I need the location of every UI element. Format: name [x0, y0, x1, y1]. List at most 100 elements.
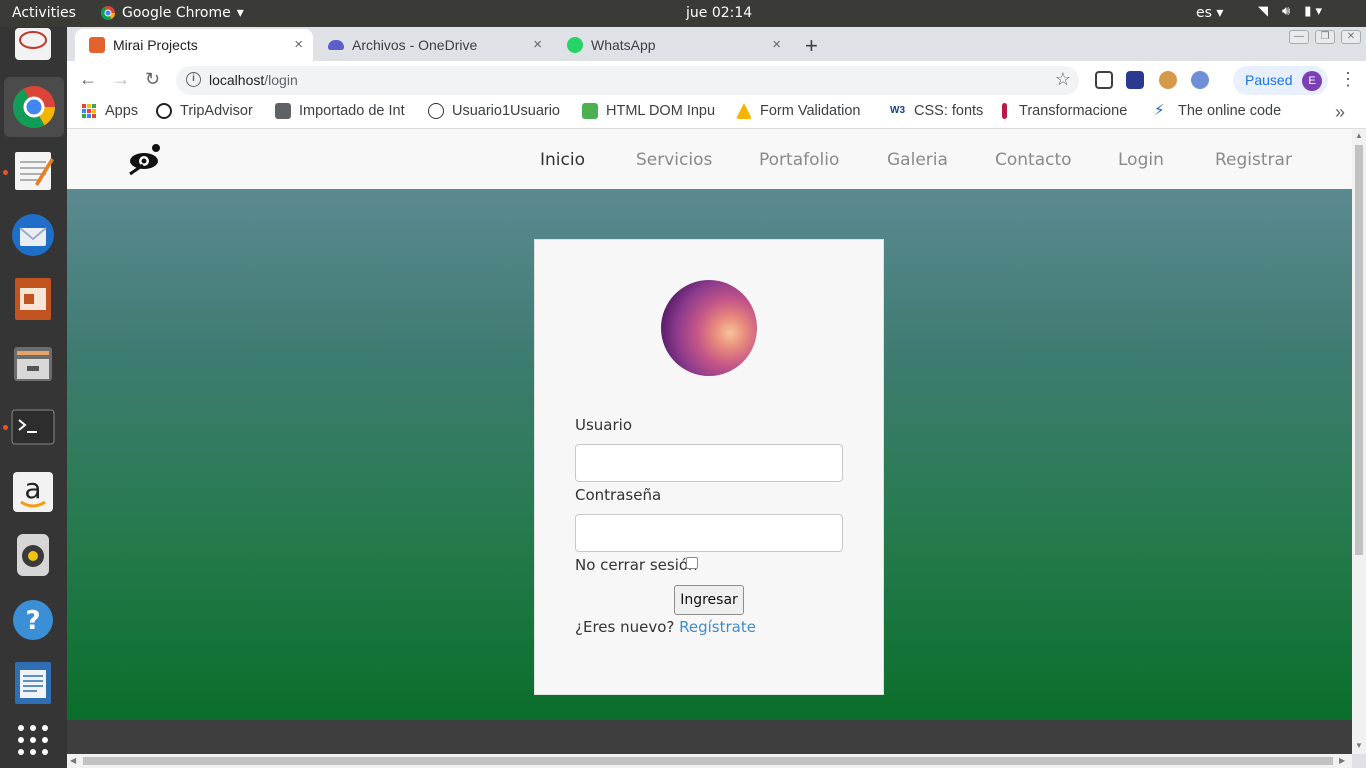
browser-window: Mirai Projects × Archivos - OneDrive × W… [67, 27, 1366, 768]
minimize-button[interactable]: — [1289, 30, 1309, 44]
apps-grid-icon [82, 104, 96, 118]
bookmark-label: Usuario1Usuario [452, 103, 560, 119]
speaker-icon[interactable] [10, 532, 56, 578]
tab-title: WhatsApp [591, 37, 656, 53]
amazon-icon[interactable]: a [10, 469, 56, 515]
avatar [661, 280, 757, 376]
thunderbird-icon[interactable] [10, 212, 56, 258]
whatsapp-icon [567, 37, 583, 53]
scroll-up-icon[interactable]: ▲ [1355, 131, 1363, 140]
info-icon[interactable]: i [186, 72, 201, 87]
bookmark-label: TripAdvisor [180, 103, 253, 119]
system-tray[interactable]: ◥ 🔊︎ ▮ ▾ [1258, 4, 1322, 19]
scroll-right-icon[interactable]: ▶ [1339, 756, 1345, 765]
close-icon[interactable]: × [533, 36, 542, 53]
nav-link-inicio[interactable]: Inicio [540, 150, 585, 170]
bookmark-label: Apps [105, 103, 139, 119]
bookmark-star-icon[interactable]: ☆ [1055, 69, 1071, 90]
browser-toolbar: ← → ↻ i localhost/login ☆ Paused E ⋮ [67, 61, 1366, 99]
nav-link-servicios[interactable]: Servicios [636, 150, 712, 170]
chrome-icon [100, 6, 115, 20]
scroll-left-icon[interactable]: ◀ [70, 756, 76, 765]
site-footer [67, 720, 1352, 754]
bookmark-favicon [1002, 103, 1007, 119]
svg-text:?: ? [25, 606, 40, 636]
more-bookmarks-icon[interactable]: » [1335, 102, 1345, 123]
w3schools-icon [582, 103, 598, 119]
login-button[interactable]: Ingresar [674, 585, 744, 615]
site-logo[interactable] [127, 141, 163, 177]
url-host: localhost [209, 72, 265, 88]
impress-icon[interactable] [10, 276, 56, 322]
bookmark-html-dom[interactable]: HTML DOM Inpu [582, 103, 720, 119]
app-name: Google Chrome [122, 5, 231, 21]
scroll-down-icon[interactable]: ▼ [1355, 741, 1363, 750]
bookmarks-bar: Apps TripAdvisor Importado de Int Usuari… [67, 99, 1366, 129]
activities-button[interactable]: Activities [12, 5, 76, 21]
terminal-like-icon[interactable] [10, 27, 56, 63]
register-link[interactable]: Regístrate [679, 618, 756, 636]
extension-icon[interactable] [1191, 71, 1209, 89]
horizontal-scrollbar[interactable]: ◀ ▶ [67, 754, 1352, 768]
forward-button[interactable]: → [112, 69, 130, 90]
clock[interactable]: jue 02:14 [686, 5, 752, 21]
bookmark-online-code[interactable]: ⚡︎ The online code [1154, 103, 1294, 119]
help-icon[interactable]: ? [10, 597, 56, 643]
app-grid-icon[interactable] [10, 717, 56, 763]
avatar: E [1302, 71, 1322, 91]
profile-button[interactable]: Paused E [1233, 66, 1328, 95]
remember-checkbox[interactable] [686, 557, 698, 569]
nav-link-galeria[interactable]: Galeria [887, 150, 948, 170]
back-button[interactable]: ← [79, 69, 97, 90]
nav-link-registrar[interactable]: Registrar [1215, 150, 1292, 170]
writer-icon[interactable] [10, 660, 56, 706]
svg-text:a: a [24, 472, 41, 505]
bookmark-apps[interactable]: Apps [81, 103, 138, 119]
bookmark-folder-importado[interactable]: Importado de Int [275, 103, 413, 119]
url-path: /login [264, 72, 298, 88]
bookmark-label: Transformacione [1019, 103, 1128, 119]
new-tab-button[interactable]: + [805, 33, 818, 59]
cookie-extension-icon[interactable] [1159, 71, 1177, 89]
language-indicator[interactable]: es ▾ [1196, 5, 1223, 21]
close-window-button[interactable]: ✕ [1341, 30, 1361, 44]
wifi-icon: ◥ [1258, 4, 1268, 19]
username-field[interactable] [575, 444, 843, 482]
vertical-scrollbar[interactable]: ▲ ▼ [1352, 129, 1366, 754]
nav-link-portafolio[interactable]: Portafolio [759, 150, 839, 170]
bookmark-label: Importado de Int [299, 103, 405, 119]
address-bar[interactable]: i localhost/login ☆ [176, 66, 1079, 95]
text-editor-icon[interactable] [10, 147, 56, 193]
terminal-icon[interactable] [10, 405, 56, 451]
tab-mirai-projects[interactable]: Mirai Projects × [75, 29, 313, 61]
chrome-icon[interactable] [4, 77, 64, 137]
bookmark-form-validation[interactable]: Form Validation [736, 103, 874, 119]
files-icon[interactable] [10, 340, 56, 386]
nav-link-login[interactable]: Login [1118, 150, 1164, 170]
tripadvisor-icon [156, 103, 172, 119]
bookmark-label: Form Validation [760, 103, 861, 119]
tab-onedrive[interactable]: Archivos - OneDrive × [314, 29, 552, 61]
bookmark-label: HTML DOM Inpu [606, 103, 716, 119]
maximize-button[interactable]: ❐ [1315, 30, 1335, 44]
app-menu[interactable]: Google Chrome ▾ [100, 5, 244, 21]
lightning-icon: ⚡︎ [1154, 103, 1165, 119]
tab-whatsapp[interactable]: WhatsApp × [553, 29, 791, 61]
close-icon[interactable]: × [294, 36, 303, 53]
scrollbar-thumb[interactable] [1355, 145, 1363, 555]
scrollbar-thumb[interactable] [83, 757, 1333, 765]
screenshot-extension-icon[interactable] [1095, 71, 1113, 89]
bookmark-css-fonts[interactable]: W3 CSS: fonts [890, 103, 1000, 119]
password-field[interactable] [575, 514, 843, 552]
dock: a ? [0, 27, 67, 768]
bookmark-usuario[interactable]: Usuario1Usuario [428, 103, 566, 119]
bookmark-transformaciones[interactable]: Transformacione [1002, 103, 1140, 119]
warning-icon [736, 103, 752, 119]
reader-extension-icon[interactable] [1126, 71, 1144, 89]
volume-icon: 🔊︎ [1282, 4, 1291, 19]
close-icon[interactable]: × [772, 36, 781, 53]
menu-icon[interactable]: ⋮ [1339, 69, 1357, 90]
reload-button[interactable]: ↻ [145, 69, 160, 90]
bookmark-tripadvisor[interactable]: TripAdvisor [156, 103, 253, 119]
nav-link-contacto[interactable]: Contacto [995, 150, 1072, 170]
